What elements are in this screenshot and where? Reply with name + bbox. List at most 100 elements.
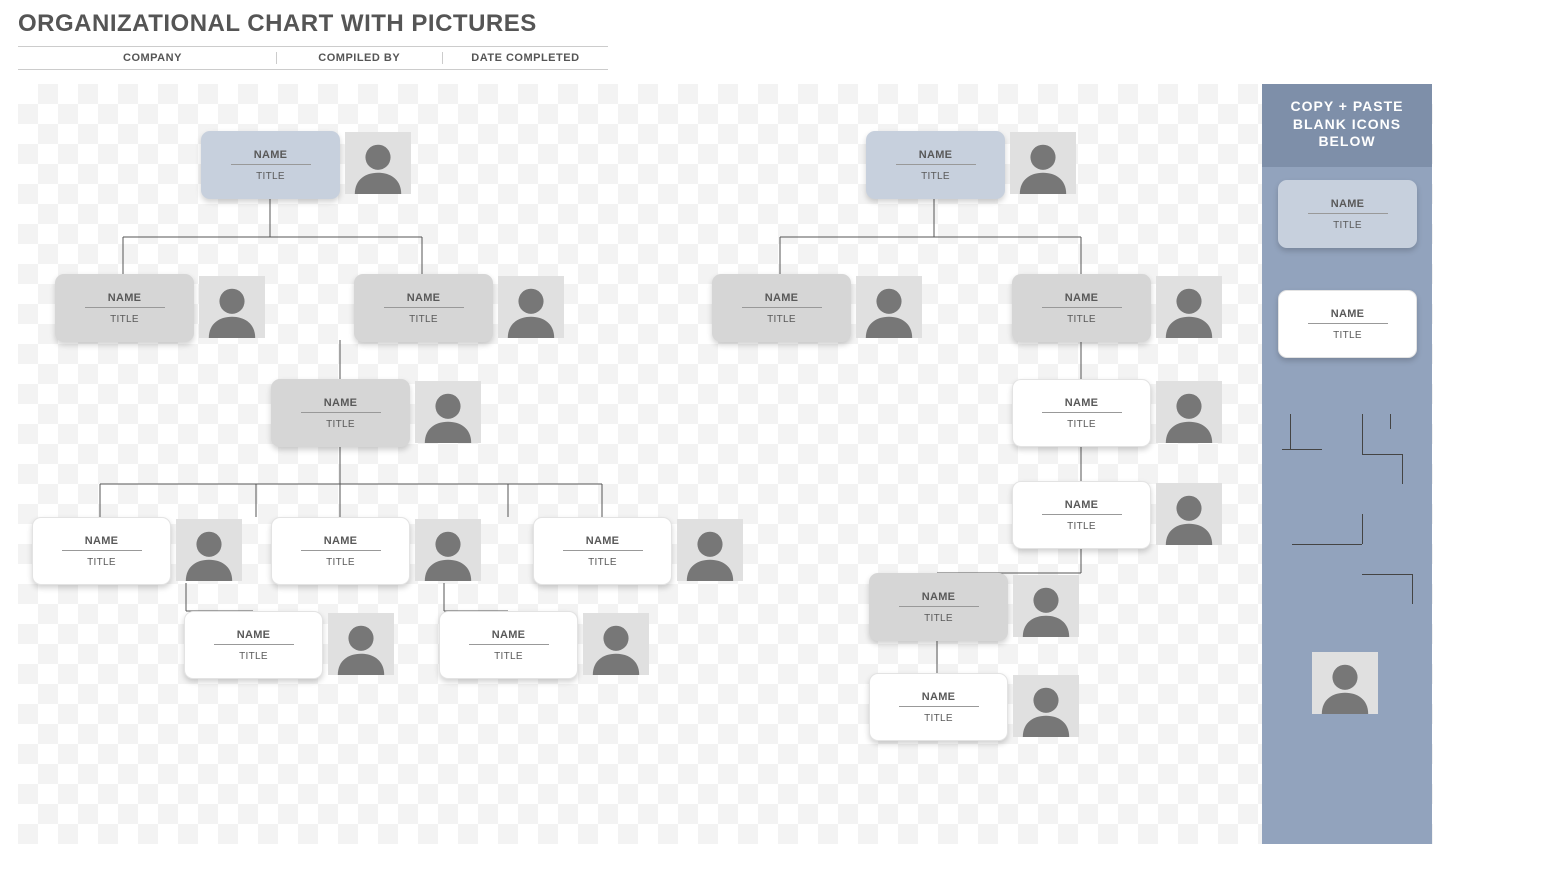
org-node[interactable]: NAME TITLE: [439, 611, 578, 679]
avatar-placeholder[interactable]: [1156, 483, 1222, 545]
org-node[interactable]: NAME TITLE: [271, 379, 410, 447]
sidepanel-line1: COPY + PASTE: [1290, 98, 1403, 114]
meta-date-label: DATE COMPLETED: [443, 52, 608, 64]
org-node-title[interactable]: TITLE: [110, 314, 139, 325]
user-icon: [349, 136, 407, 194]
avatar-placeholder[interactable]: [583, 613, 649, 675]
org-chart-canvas[interactable]: NAME TITLE NAME TITLE NAME TITLE NAME TI…: [18, 84, 1433, 844]
org-node-title[interactable]: TITLE: [1067, 521, 1096, 532]
avatar-placeholder[interactable]: [856, 276, 922, 338]
user-icon: [587, 617, 645, 675]
org-node-title[interactable]: TITLE: [924, 613, 953, 624]
org-node[interactable]: NAME TITLE: [184, 611, 323, 679]
org-node[interactable]: NAME TITLE: [32, 517, 171, 585]
user-icon: [1160, 385, 1218, 443]
org-node-name[interactable]: NAME: [896, 149, 976, 165]
org-node-title[interactable]: TITLE: [256, 171, 285, 182]
org-node-title[interactable]: TITLE: [326, 419, 355, 430]
org-node[interactable]: NAME TITLE: [869, 573, 1008, 641]
org-node-name[interactable]: NAME: [742, 292, 822, 308]
user-icon: [1160, 487, 1218, 545]
org-node-name[interactable]: NAME: [899, 591, 979, 607]
org-node-name[interactable]: NAME: [62, 535, 142, 551]
user-icon: [180, 523, 238, 581]
sample-node-blue[interactable]: NAME TITLE: [1278, 180, 1417, 248]
sample-connector[interactable]: [1292, 514, 1412, 594]
meta-company-label: COMPANY: [18, 52, 277, 64]
org-node-title[interactable]: TITLE: [1067, 419, 1096, 430]
sidepanel-line2: BLANK ICONS: [1293, 116, 1401, 132]
org-node-title[interactable]: TITLE: [767, 314, 796, 325]
user-icon: [203, 280, 261, 338]
org-node[interactable]: NAME TITLE: [55, 274, 194, 342]
user-icon: [1014, 136, 1072, 194]
user-icon: [332, 617, 390, 675]
user-icon: [1017, 579, 1075, 637]
org-node-name[interactable]: NAME: [563, 535, 643, 551]
sample-avatar[interactable]: [1312, 652, 1378, 714]
org-node[interactable]: NAME TITLE: [869, 673, 1008, 741]
org-node-name[interactable]: NAME: [231, 149, 311, 165]
user-icon: [1017, 679, 1075, 737]
org-node-name[interactable]: NAME: [214, 629, 294, 645]
org-node-title[interactable]: TITLE: [239, 651, 268, 662]
org-node-name[interactable]: NAME: [301, 535, 381, 551]
avatar-placeholder[interactable]: [199, 276, 265, 338]
org-node-title[interactable]: TITLE: [87, 557, 116, 568]
meta-compiled-label: COMPILED BY: [277, 52, 443, 64]
org-node[interactable]: NAME TITLE: [1012, 379, 1151, 447]
avatar-placeholder[interactable]: [1156, 381, 1222, 443]
org-node[interactable]: NAME TITLE: [533, 517, 672, 585]
avatar-placeholder[interactable]: [1156, 276, 1222, 338]
user-icon: [1316, 656, 1374, 714]
avatar-placeholder[interactable]: [498, 276, 564, 338]
org-node[interactable]: NAME TITLE: [1012, 274, 1151, 342]
org-node-name[interactable]: NAME: [301, 397, 381, 413]
avatar-placeholder[interactable]: [1010, 132, 1076, 194]
meta-row: COMPANY COMPILED BY DATE COMPLETED: [18, 46, 608, 70]
sample-node-title[interactable]: TITLE: [1333, 330, 1362, 341]
org-node[interactable]: NAME TITLE: [201, 131, 340, 199]
org-node-title[interactable]: TITLE: [494, 651, 523, 662]
org-node-name[interactable]: NAME: [1042, 397, 1122, 413]
sample-node-name[interactable]: NAME: [1308, 198, 1388, 214]
org-node[interactable]: NAME TITLE: [1012, 481, 1151, 549]
sample-node-white[interactable]: NAME TITLE: [1278, 290, 1417, 358]
org-node-title[interactable]: TITLE: [409, 314, 438, 325]
avatar-placeholder[interactable]: [176, 519, 242, 581]
user-icon: [681, 523, 739, 581]
org-node-title[interactable]: TITLE: [588, 557, 617, 568]
org-node[interactable]: NAME TITLE: [354, 274, 493, 342]
org-node-name[interactable]: NAME: [899, 691, 979, 707]
org-node-title[interactable]: TITLE: [1067, 314, 1096, 325]
org-node-title[interactable]: TITLE: [924, 713, 953, 724]
avatar-placeholder[interactable]: [415, 519, 481, 581]
org-node-title[interactable]: TITLE: [326, 557, 355, 568]
avatar-placeholder[interactable]: [1013, 675, 1079, 737]
sample-node-title[interactable]: TITLE: [1333, 220, 1362, 231]
org-node-name[interactable]: NAME: [85, 292, 165, 308]
avatar-placeholder[interactable]: [328, 613, 394, 675]
sample-connector[interactable]: [1282, 414, 1412, 484]
org-node[interactable]: NAME TITLE: [271, 517, 410, 585]
org-node-name[interactable]: NAME: [1042, 499, 1122, 515]
org-node[interactable]: NAME TITLE: [712, 274, 851, 342]
sidepanel-line3: BELOW: [1318, 133, 1375, 149]
avatar-placeholder[interactable]: [345, 132, 411, 194]
avatar-placeholder[interactable]: [1013, 575, 1079, 637]
avatar-placeholder[interactable]: [677, 519, 743, 581]
org-node-name[interactable]: NAME: [1042, 292, 1122, 308]
user-icon: [1160, 280, 1218, 338]
org-node-name[interactable]: NAME: [469, 629, 549, 645]
org-node[interactable]: NAME TITLE: [866, 131, 1005, 199]
user-icon: [860, 280, 918, 338]
sample-node-name[interactable]: NAME: [1308, 308, 1388, 324]
avatar-placeholder[interactable]: [415, 381, 481, 443]
user-icon: [419, 385, 477, 443]
org-node-name[interactable]: NAME: [384, 292, 464, 308]
blank-icons-panel: COPY + PASTE BLANK ICONS BELOW NAME TITL…: [1262, 84, 1432, 844]
sidepanel-heading: COPY + PASTE BLANK ICONS BELOW: [1262, 84, 1432, 167]
org-node-title[interactable]: TITLE: [921, 171, 950, 182]
user-icon: [502, 280, 560, 338]
page-title: ORGANIZATIONAL CHART WITH PICTURES: [0, 0, 1545, 46]
